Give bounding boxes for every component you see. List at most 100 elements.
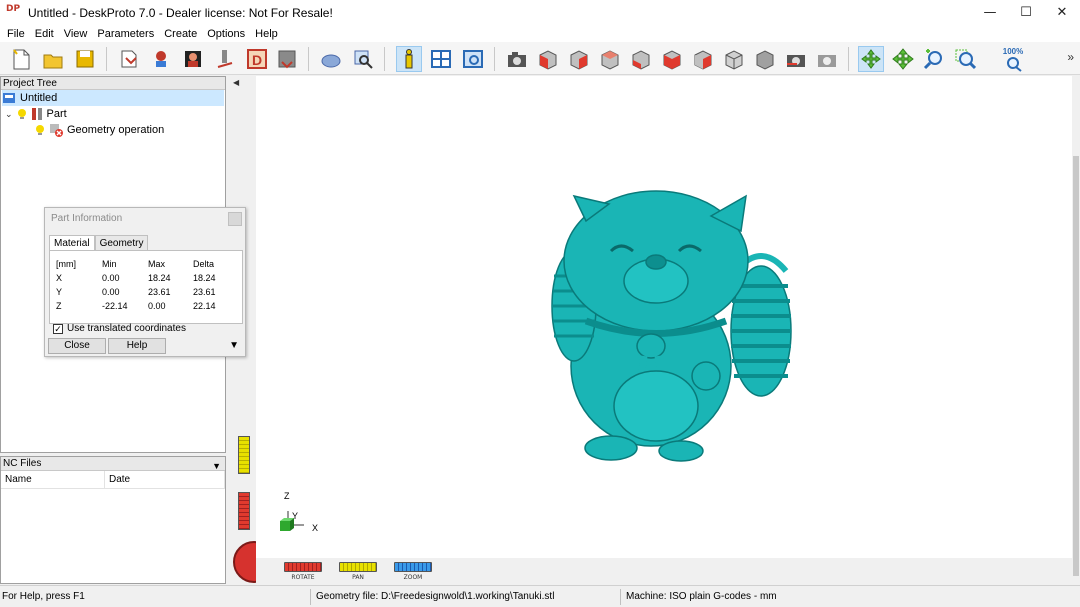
maximize-button[interactable]: ☐ (1008, 0, 1044, 25)
bitmap-part-icon (185, 51, 201, 67)
view-top-button[interactable] (659, 46, 685, 72)
tab-material[interactable]: Material (49, 235, 95, 251)
cube-top-icon (663, 50, 681, 70)
view-window-icon (463, 50, 483, 68)
view-back-button[interactable] (597, 46, 623, 72)
translated-coordinates-checkbox-row[interactable]: ✓ Use translated coordinates (53, 323, 186, 334)
view-window-button[interactable] (460, 46, 486, 72)
toolbar-overflow-icon[interactable]: » (1067, 50, 1074, 64)
zoom-nav-bar (394, 562, 432, 572)
tree-item-geometry-operation[interactable]: Geometry operation (35, 122, 164, 138)
menu-options[interactable]: Options (202, 28, 250, 40)
menu-parameters[interactable]: Parameters (92, 28, 159, 40)
minimize-button[interactable]: — (972, 0, 1008, 25)
part-icon (31, 107, 43, 121)
nc-column-date[interactable]: Date (105, 471, 225, 488)
object-shape-button[interactable] (318, 46, 344, 72)
menu-file[interactable]: File (2, 28, 30, 40)
3d-viewport[interactable]: Z Y X (256, 76, 1072, 558)
dialog-title-bar[interactable]: Part Information (45, 208, 245, 230)
window-layout-button[interactable] (428, 46, 454, 72)
menu-help[interactable]: Help (250, 28, 283, 40)
view-iso-gray-button[interactable] (752, 46, 778, 72)
camera-snapshot-button[interactable] (783, 46, 809, 72)
row-y-max: 23.61 (148, 287, 171, 297)
tree-item-untitled-label: Untitled (20, 92, 58, 104)
status-bar: For Help, press F1 Geometry file: D:\Fre… (0, 585, 1080, 607)
view-iso-button[interactable] (721, 46, 747, 72)
save-button[interactable] (72, 46, 98, 72)
part-transform-icon (156, 51, 166, 67)
pan-tool-button[interactable] (890, 46, 916, 72)
zoom-in-icon (923, 49, 942, 70)
tree-item-geometry-operation-label: Geometry operation (67, 124, 165, 136)
part-information-dialog: Part Information Material Geometry [mm] … (44, 207, 246, 357)
drawing-button[interactable]: D (244, 46, 270, 72)
lightbulb-icon[interactable] (35, 124, 45, 136)
mill-tool-button[interactable] (212, 46, 238, 72)
import-geometry-button[interactable] (116, 46, 142, 72)
menu-edit[interactable]: Edit (30, 28, 59, 40)
menu-view[interactable]: View (59, 28, 93, 40)
view-right-button[interactable] (566, 46, 592, 72)
view-bottom-button[interactable] (690, 46, 716, 72)
view-left-button[interactable] (628, 46, 654, 72)
open-button[interactable] (40, 46, 66, 72)
camera-view-button[interactable] (504, 46, 530, 72)
pan-nav-bar (339, 562, 377, 572)
tab-geometry[interactable]: Geometry (94, 235, 149, 251)
pan-nav-button[interactable]: PAN (339, 562, 377, 581)
cube-bottom-icon (694, 50, 712, 70)
collapse-panel-icon[interactable]: ◀ (233, 78, 239, 87)
close-window-button[interactable]: ✕ (1044, 0, 1080, 25)
project-tree-header: Project Tree (1, 77, 225, 90)
view-front-button[interactable] (535, 46, 561, 72)
rotate-arrows-icon (861, 49, 881, 69)
row-z-delta: 22.14 (193, 301, 216, 311)
save-disk-icon (76, 50, 94, 68)
zoom-window-button[interactable] (952, 46, 978, 72)
operation-error-icon (49, 123, 63, 137)
camera-settings-button[interactable] (814, 46, 840, 72)
close-button[interactable]: Close (48, 338, 106, 354)
tree-item-untitled[interactable]: Untitled (2, 90, 224, 106)
rotate-slider[interactable] (238, 492, 250, 530)
column-header-min: Min (102, 259, 117, 269)
nc-column-name[interactable]: Name (1, 471, 105, 488)
tree-item-part-label: Part (46, 108, 67, 120)
translated-coordinates-checkbox[interactable]: ✓ (53, 323, 63, 334)
zoom-100-button[interactable]: 100% (998, 46, 1028, 72)
scrollbar-thumb[interactable] (1073, 156, 1079, 576)
zoom-window-icon (955, 49, 976, 70)
help-button[interactable]: Help (108, 338, 166, 354)
row-x-min: 0.00 (102, 273, 120, 283)
viewport-nav-bar: ROTATE PAN ZOOM (256, 558, 1072, 584)
zoom-in-button[interactable] (921, 46, 947, 72)
save-nc-button[interactable] (274, 46, 300, 72)
camera-view-icon (508, 52, 526, 67)
rotate-tool-button[interactable] (858, 46, 884, 72)
menu-bar: File Edit View Parameters Create Options… (0, 25, 1080, 42)
info-button[interactable] (396, 46, 422, 72)
camera-settings-icon (818, 55, 836, 67)
tree-item-part[interactable]: ⌄ Part (5, 106, 67, 122)
new-file-button[interactable] (8, 46, 34, 72)
cube-left-icon (632, 50, 650, 70)
lightbulb-icon[interactable] (17, 108, 27, 120)
rotate-nav-button[interactable]: ROTATE (284, 562, 322, 581)
pan-slider[interactable] (238, 436, 250, 474)
menu-create[interactable]: Create (159, 28, 202, 40)
drawing-d-icon: D (247, 49, 267, 69)
dropdown-arrow-icon[interactable]: ▼ (212, 459, 221, 473)
object-search-button[interactable] (350, 46, 376, 72)
row-x-max: 18.24 (148, 273, 171, 283)
vertical-scrollbar[interactable] (1072, 76, 1080, 584)
dialog-close-icon[interactable] (228, 212, 242, 226)
app-logo-icon: DP (6, 3, 21, 14)
dialog-expand-icon[interactable]: ▼ (229, 340, 239, 351)
part-transform-button[interactable] (148, 46, 174, 72)
bitmap-part-button[interactable] (180, 46, 206, 72)
column-header-delta: Delta (193, 259, 215, 269)
zoom-nav-button[interactable]: ZOOM (394, 562, 432, 581)
expand-chevron-icon[interactable]: ⌄ (5, 109, 13, 120)
